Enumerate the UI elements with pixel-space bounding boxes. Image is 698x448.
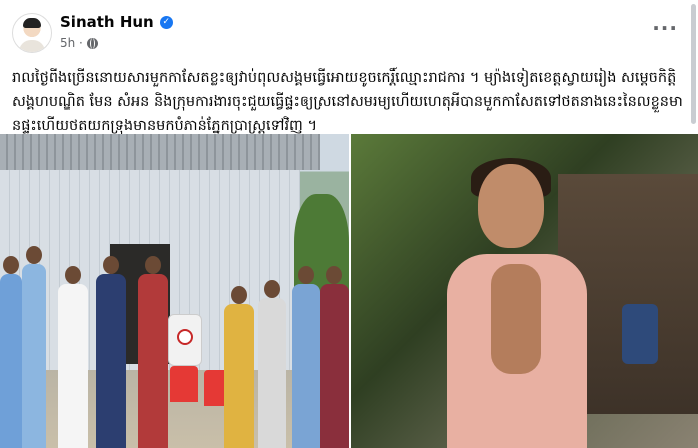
more-options-icon[interactable]: ··· xyxy=(652,16,678,40)
person xyxy=(138,274,168,448)
woman-arms xyxy=(491,264,541,374)
person-head xyxy=(65,266,81,284)
rice-bag xyxy=(168,314,202,366)
author-row: Sinath Hun ✓ xyxy=(60,13,173,31)
red-stool xyxy=(170,366,198,402)
person-head xyxy=(231,286,247,304)
facebook-post: Sinath Hun ✓ 5h · ··· រាលថ្ងៃពីងច្រើននោយ… xyxy=(0,0,698,448)
person-head xyxy=(103,256,119,274)
post-meta: 5h · xyxy=(60,36,98,50)
scrollbar[interactable] xyxy=(691,4,696,124)
avatar-shirt xyxy=(19,40,45,52)
author-name[interactable]: Sinath Hun xyxy=(60,13,154,31)
person-head xyxy=(3,256,19,274)
water-barrel xyxy=(622,304,658,364)
person-head xyxy=(298,266,314,284)
person xyxy=(0,274,22,448)
person xyxy=(224,304,254,448)
person-head xyxy=(145,256,161,274)
person xyxy=(22,264,46,448)
post-time[interactable]: 5h · xyxy=(60,36,83,50)
person-head xyxy=(26,246,42,264)
photo-house-handover[interactable] xyxy=(0,134,349,448)
post-photos xyxy=(0,134,698,448)
person xyxy=(58,284,88,448)
avatar[interactable] xyxy=(12,13,52,53)
post-header: Sinath Hun ✓ 5h · ··· xyxy=(0,0,698,60)
photo-woman-shelter[interactable] xyxy=(351,134,698,448)
person xyxy=(320,284,349,448)
person-head xyxy=(326,266,342,284)
person-head xyxy=(264,280,280,298)
house-roof xyxy=(0,134,320,170)
woman-head xyxy=(478,164,544,248)
globe-icon xyxy=(86,37,98,49)
person xyxy=(292,284,320,448)
avatar-hair xyxy=(23,18,41,28)
verified-badge-icon: ✓ xyxy=(159,15,173,29)
post-text: រាលថ្ងៃពីងច្រើននោយសារមួកកាសែតខ្លះឲ្យវាប់… xyxy=(12,70,683,134)
person xyxy=(96,274,126,448)
red-cross-icon xyxy=(177,329,193,345)
person xyxy=(258,298,286,448)
